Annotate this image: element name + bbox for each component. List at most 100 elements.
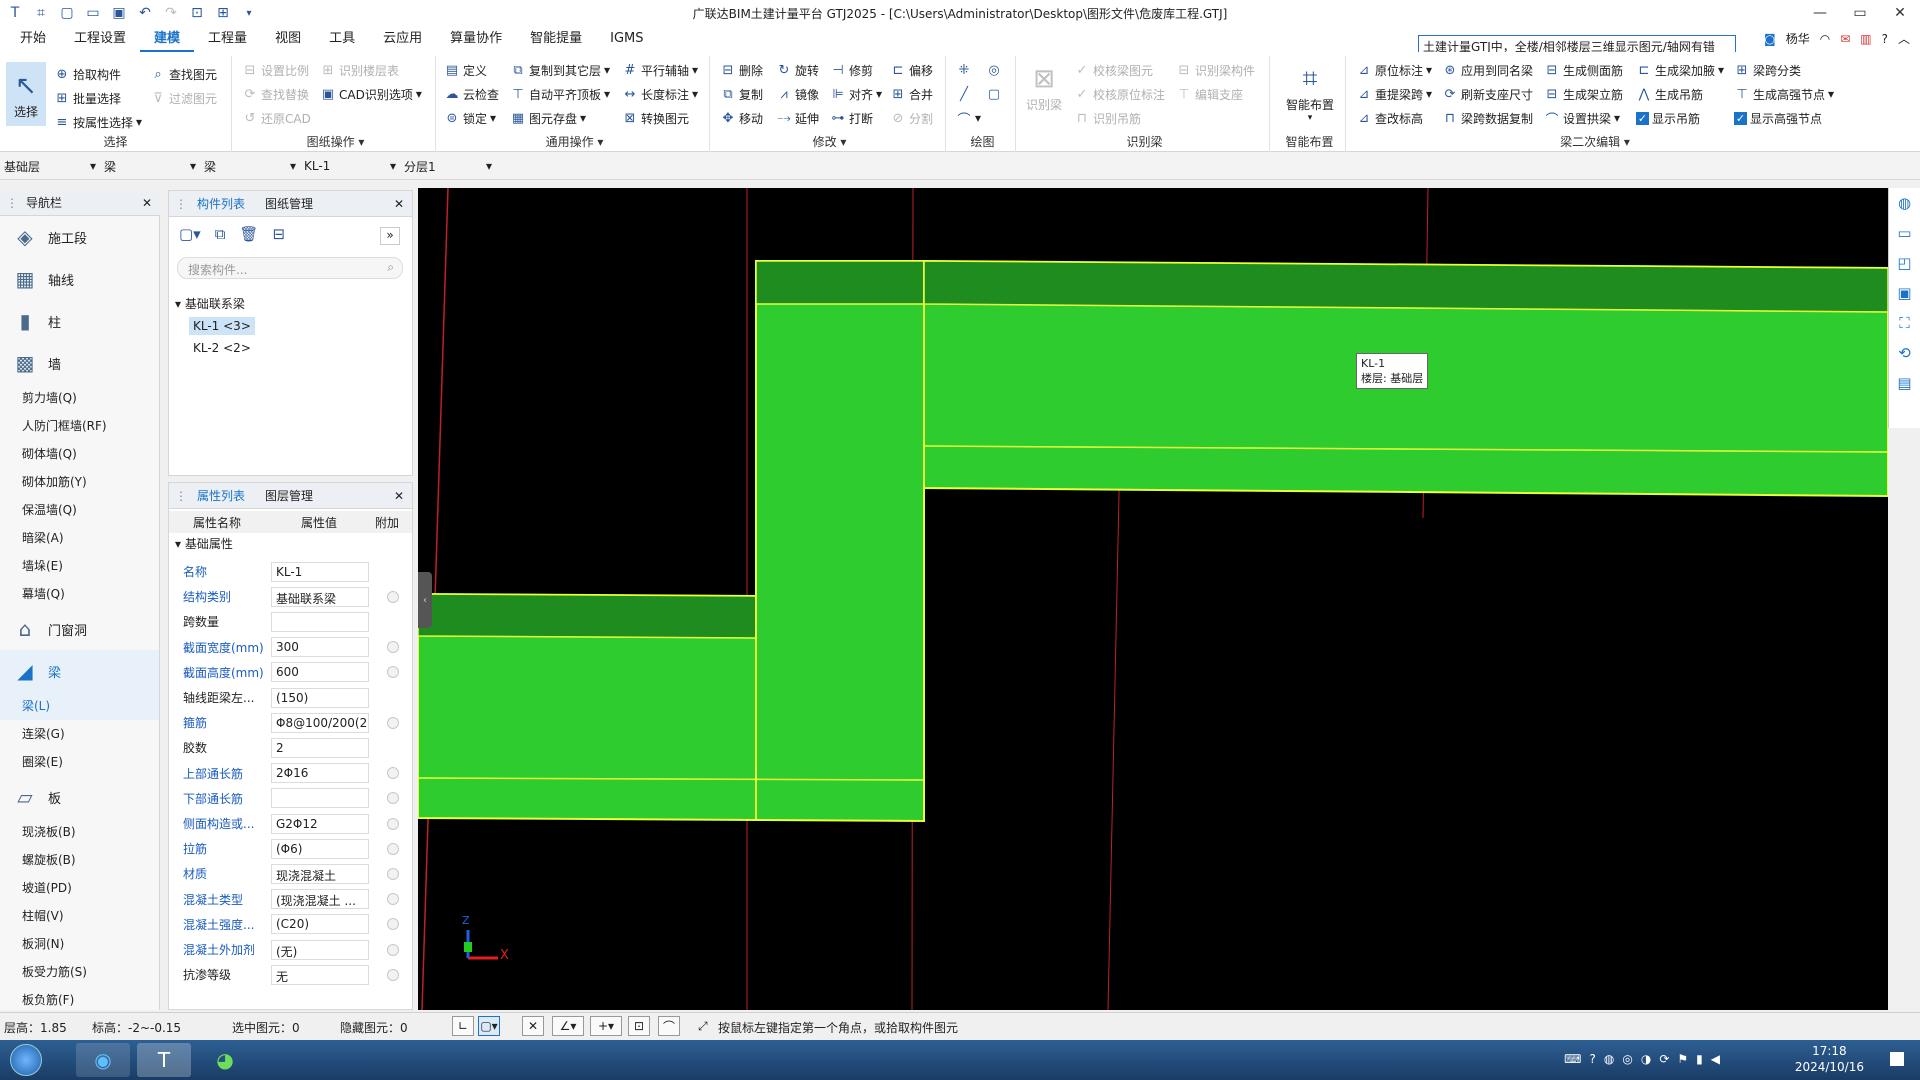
chrome-tray-icon[interactable]: ◎ bbox=[1622, 1052, 1632, 1066]
table-row[interactable]: 抗渗等级 无 bbox=[169, 962, 412, 987]
batch-select-button[interactable]: ⊞ 批量选择 bbox=[54, 88, 121, 108]
property-value-field[interactable] bbox=[271, 611, 369, 632]
drag-handle-icon[interactable]: ⋮ bbox=[169, 489, 187, 503]
list-item[interactable]: KL-2 <2> bbox=[193, 341, 251, 355]
refresh-support-button[interactable]: ⟳ 刷新支座尺寸 bbox=[1442, 84, 1533, 104]
nav-item-spiral-slab[interactable]: 螺旋板(B) bbox=[0, 846, 159, 874]
tab-layer-manage[interactable]: 图层管理 bbox=[255, 483, 323, 509]
3d-view-icon[interactable]: ◍ bbox=[1889, 188, 1920, 218]
edit-support-button[interactable]: ⊤ 编辑支座 bbox=[1176, 84, 1243, 104]
menu-modeling[interactable]: 建模 bbox=[140, 28, 195, 52]
copy-button[interactable]: ⧉ 复制 bbox=[720, 84, 763, 104]
copy-to-floor-button[interactable]: ⧉ 复制到其它层 ▾ bbox=[510, 60, 610, 80]
arc-draw-button[interactable]: ⌒ ▾ bbox=[956, 108, 981, 128]
gift-icon[interactable]: ▥ bbox=[1860, 32, 1871, 46]
align-button[interactable]: ⊫ 对齐 ▾ bbox=[830, 84, 882, 104]
attach-toggle-icon[interactable] bbox=[387, 590, 399, 603]
property-value-field[interactable]: (无) bbox=[271, 939, 369, 960]
property-value-field[interactable]: G2Φ12 bbox=[271, 813, 369, 834]
auto-align-slab-button[interactable]: ⊤ 自动平齐顶板 ▾ bbox=[510, 84, 610, 104]
check-beam-button[interactable]: ✓ 校核梁图元 bbox=[1074, 60, 1153, 80]
menu-cloud[interactable]: 云应用 bbox=[369, 28, 436, 52]
gen-hanger-button[interactable]: ⋀ 生成吊筋 bbox=[1636, 84, 1703, 104]
property-value-field[interactable]: (现浇混凝土 ... bbox=[271, 889, 369, 910]
tab-drawing-manage[interactable]: 图纸管理 bbox=[255, 191, 323, 217]
new-component-icon[interactable]: ▢▾ bbox=[179, 225, 201, 243]
help-tray-icon[interactable]: ? bbox=[1590, 1052, 1596, 1066]
list-item[interactable]: KL-1 <3> bbox=[189, 317, 255, 335]
table-row[interactable]: 材质 现浇混凝土 bbox=[169, 861, 412, 886]
attach-toggle-icon[interactable] bbox=[387, 918, 399, 931]
table-row[interactable]: 截面宽度(mm) 300 bbox=[169, 635, 412, 660]
headset-icon[interactable]: ◠ bbox=[1820, 32, 1830, 46]
property-value-field[interactable]: 基础联系梁 bbox=[271, 586, 369, 607]
property-value-field[interactable]: 2 bbox=[271, 737, 369, 758]
property-value-field[interactable] bbox=[271, 788, 369, 809]
property-value-field[interactable]: KL-1 bbox=[271, 561, 369, 582]
property-value-field[interactable]: Φ8@100/200(2) bbox=[271, 712, 369, 733]
convert-element-button[interactable]: ⊠ 转换图元 bbox=[622, 108, 689, 128]
nav-item-hidden-beam[interactable]: 暗梁(A) bbox=[0, 524, 159, 552]
attach-toggle-icon[interactable] bbox=[387, 968, 399, 981]
beam-kl1-right-top-face[interactable] bbox=[923, 260, 1888, 313]
gen-erection-rebar-button[interactable]: ⊟ 生成架立筋 bbox=[1544, 84, 1623, 104]
dropdown-icon[interactable]: ▾ bbox=[238, 3, 260, 23]
nav-item-slab-neg-rebar[interactable]: 板负筋(F) bbox=[0, 986, 159, 1010]
table-row[interactable]: 下部通长筋 bbox=[169, 786, 412, 811]
gen-side-rebar-button[interactable]: ⊟ 生成侧面筋 bbox=[1544, 60, 1623, 80]
attach-toggle-icon[interactable] bbox=[387, 817, 399, 830]
dimension-input-icon[interactable]: +▾ bbox=[590, 1016, 622, 1036]
taskbar-clock[interactable]: 17:18 2024/10/16 bbox=[1795, 1043, 1864, 1075]
length-dimension-button[interactable]: ↔ 长度标注 ▾ bbox=[622, 84, 699, 104]
table-row[interactable]: 混凝土强度... (C20) bbox=[169, 912, 412, 937]
attach-toggle-icon[interactable] bbox=[387, 943, 399, 956]
find-replace-button[interactable]: ⟳ 查找替换 bbox=[242, 84, 309, 104]
beam-kl1-vertical-top-face[interactable] bbox=[755, 260, 925, 305]
nav-item-slab-rebar[interactable]: 板受力筋(S) bbox=[0, 958, 159, 986]
menu-collab[interactable]: 算量协作 bbox=[436, 28, 516, 52]
table-row[interactable]: 结构类别 基础联系梁 bbox=[169, 584, 412, 609]
nav-wall[interactable]: ▩ 墙 bbox=[0, 342, 159, 384]
cross-snap-icon[interactable]: ✕ bbox=[522, 1016, 544, 1036]
nav-item-beam[interactable]: 梁(L) bbox=[0, 692, 159, 720]
nav-item-ramp[interactable]: 坡道(PD) bbox=[0, 874, 159, 902]
close-icon[interactable]: ✕ bbox=[394, 489, 404, 503]
arc-snap-icon[interactable]: ⌒ bbox=[658, 1016, 680, 1036]
in-place-annotation-button[interactable]: ⊿ 原位标注 ▾ bbox=[1356, 60, 1433, 80]
line-draw-button[interactable]: ╱ bbox=[956, 84, 972, 104]
cloud-check-button[interactable]: ☁ 云检查 bbox=[444, 84, 500, 104]
table-row[interactable]: 混凝土类型 (现浇混凝土 ... bbox=[169, 887, 412, 912]
apply-same-name-button[interactable]: ⊛ 应用到同名梁 bbox=[1442, 60, 1533, 80]
pick-component-button[interactable]: ⊕ 拾取构件 bbox=[54, 64, 121, 84]
recognize-beam-button[interactable]: ⊠ 识别梁 bbox=[1026, 62, 1062, 113]
collapse-ribbon-icon[interactable]: ︿ bbox=[1898, 30, 1910, 47]
restore-cad-button[interactable]: ↺ 还原CAD bbox=[242, 108, 311, 128]
attach-toggle-icon[interactable] bbox=[387, 716, 399, 729]
nav-item-masonry-wall[interactable]: 砌体墙(Q) bbox=[0, 440, 159, 468]
component-selector[interactable]: KL-1 ▾ bbox=[300, 156, 400, 176]
taskbar-app-browser[interactable]: ◉ bbox=[76, 1043, 130, 1077]
offset-button[interactable]: ⊏ 偏移 bbox=[890, 60, 933, 80]
attach-toggle-icon[interactable] bbox=[387, 842, 399, 855]
rotate-button[interactable]: ↻ 旋转 bbox=[776, 60, 819, 80]
drawing-canvas[interactable]: X Z KL-1 楼层: 基础层 ‹ bbox=[418, 188, 1888, 1010]
smart-layout-button[interactable]: ⌗ 智能布置 ▾ bbox=[1278, 62, 1342, 124]
security-tray-icon[interactable]: ◑ bbox=[1641, 1052, 1651, 1066]
close-icon[interactable]: ✕ bbox=[142, 196, 152, 210]
network-icon[interactable]: ▮ bbox=[1696, 1052, 1703, 1066]
grid-select-icon[interactable]: ⌗ bbox=[30, 3, 52, 23]
cube-view-icon[interactable]: ◰ bbox=[1889, 248, 1920, 278]
circle-draw-button[interactable]: ◎ bbox=[986, 60, 1002, 80]
table-row[interactable]: 名称 KL-1 bbox=[169, 559, 412, 584]
view-icon[interactable]: ⊡ bbox=[186, 3, 208, 23]
nav-item-shear-wall[interactable]: 剪力墙(Q) bbox=[0, 384, 159, 412]
attach-toggle-icon[interactable] bbox=[387, 767, 399, 780]
select-button[interactable]: ↖ 选择 bbox=[6, 62, 46, 126]
recognize-hanger-button[interactable]: ⊓ 识别吊筋 bbox=[1074, 108, 1141, 128]
drag-handle-icon[interactable]: ⋮ bbox=[169, 197, 187, 211]
table-row[interactable]: 箍筋 Φ8@100/200(2) bbox=[169, 710, 412, 735]
cad-options-button[interactable]: ▣ CAD识别选项 ▾ bbox=[320, 84, 422, 104]
property-value-field[interactable]: 2Φ16 bbox=[271, 763, 369, 784]
show-desktop-icon[interactable] bbox=[1890, 1052, 1904, 1066]
rotate-view-icon[interactable]: ⟲ bbox=[1889, 338, 1920, 368]
